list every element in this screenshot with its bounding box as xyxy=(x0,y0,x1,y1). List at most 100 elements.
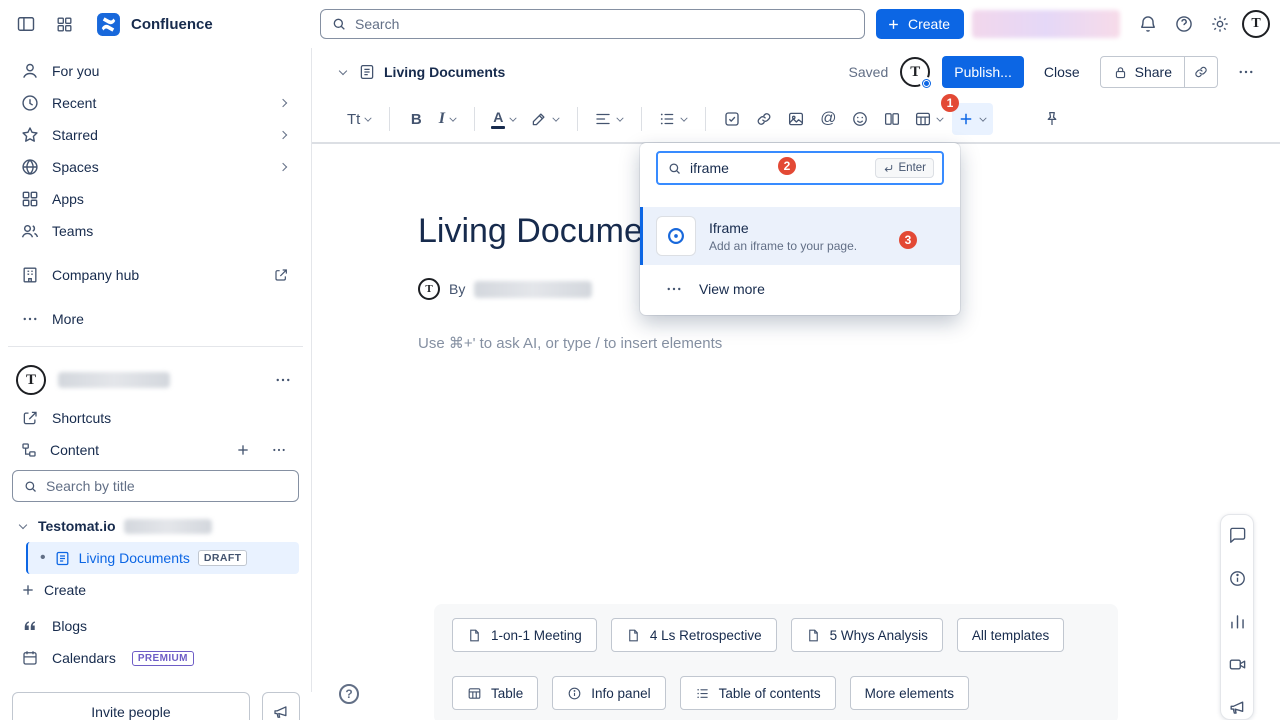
share-button[interactable]: Share xyxy=(1100,56,1185,88)
insert-toc-button[interactable]: Table of contents xyxy=(680,676,836,710)
template-4ls-retrospective-button[interactable]: 4 Ls Retrospective xyxy=(611,618,777,652)
right-side-rail xyxy=(1220,514,1254,720)
sidebar-item-starred[interactable]: Starred xyxy=(12,119,299,151)
confluence-home-link[interactable]: Confluence xyxy=(96,12,213,37)
comments-button[interactable] xyxy=(1225,524,1249,548)
sidebar-item-spaces[interactable]: Spaces xyxy=(12,151,299,183)
sidebar-item-company-hub[interactable]: Company hub xyxy=(12,259,299,291)
invite-people-button[interactable]: Invite people xyxy=(12,692,250,720)
insert-info-panel-button[interactable]: Info panel xyxy=(552,676,665,710)
template-1on1-meeting-button[interactable]: 1-on-1 Meeting xyxy=(452,618,597,652)
space-more-button[interactable] xyxy=(271,368,295,392)
chevron-down-icon xyxy=(449,115,458,124)
space-account-row[interactable]: T xyxy=(12,358,299,402)
create-button[interactable]: Create xyxy=(876,9,964,39)
italic-button[interactable]: I xyxy=(433,103,463,135)
sidebar-item-shortcuts[interactable]: Shortcuts xyxy=(12,402,299,434)
publish-button[interactable]: Publish... xyxy=(942,56,1024,88)
layouts-button[interactable] xyxy=(877,103,907,135)
star-icon xyxy=(20,125,40,145)
all-templates-button[interactable]: All templates xyxy=(957,618,1064,652)
notifications-button[interactable] xyxy=(1132,8,1164,40)
bullet-list-icon xyxy=(658,110,676,128)
global-search-input[interactable] xyxy=(355,16,854,32)
close-button[interactable]: Close xyxy=(1036,56,1088,88)
sidebar-item-label: More xyxy=(52,311,291,327)
global-search-field[interactable] xyxy=(320,9,865,39)
tree-create-label: Create xyxy=(44,582,86,598)
analytics-button[interactable] xyxy=(1225,610,1249,634)
tree-space-row[interactable]: Testomat.io xyxy=(12,510,299,542)
sidebar-item-apps[interactable]: Apps xyxy=(12,183,299,215)
task-list-button[interactable] xyxy=(717,103,747,135)
copy-link-button[interactable] xyxy=(1184,56,1218,88)
topbar-right-group: T xyxy=(972,0,1272,48)
content-search-input[interactable] xyxy=(46,478,288,494)
tree-create-row[interactable]: Create xyxy=(12,574,299,606)
settings-button[interactable] xyxy=(1204,8,1236,40)
sidebar-item-more[interactable]: More xyxy=(12,303,299,335)
more-elements-button[interactable]: More elements xyxy=(850,676,969,710)
insert-elements-button[interactable] xyxy=(952,103,993,135)
content-section-header: Content xyxy=(12,434,299,466)
text-color-button[interactable]: A xyxy=(486,103,523,135)
text-styles-button[interactable]: Tt xyxy=(342,103,378,135)
lock-icon xyxy=(1113,65,1128,80)
content-search-field[interactable] xyxy=(12,470,299,502)
insert-link-button[interactable] xyxy=(749,103,779,135)
emoji-button[interactable] xyxy=(845,103,875,135)
template-5-whys-analysis-button[interactable]: 5 Whys Analysis xyxy=(791,618,943,652)
highlight-color-button[interactable] xyxy=(525,103,566,135)
record-video-button[interactable] xyxy=(1225,652,1249,676)
bell-icon xyxy=(1138,14,1158,34)
main-content-area: Living Documents Saved T Publish... Clos… xyxy=(312,48,1280,720)
insert-table-shortcut-button[interactable]: Table xyxy=(452,676,538,710)
collapse-title-chevron-icon[interactable] xyxy=(338,67,348,77)
editor-toolbar: Tt B I A xyxy=(312,96,1280,144)
sidebar-toggle-button[interactable] xyxy=(10,8,42,40)
bullet-icon: • xyxy=(40,550,46,566)
byline-prefix: By xyxy=(449,281,465,297)
tree-page-row-living-documents[interactable]: • Living Documents DRAFT xyxy=(26,542,299,574)
feedback-button[interactable] xyxy=(1225,695,1249,719)
columns-icon xyxy=(883,110,901,128)
avatar: T xyxy=(1242,10,1270,38)
redacted-author-name xyxy=(474,281,592,298)
pin-toolbar-button[interactable] xyxy=(1037,103,1067,135)
search-icon xyxy=(331,16,347,32)
page-details-button[interactable] xyxy=(1225,567,1249,591)
insert-image-button[interactable] xyxy=(781,103,811,135)
sidebar-item-recent[interactable]: Recent xyxy=(12,87,299,119)
confluence-logo-icon xyxy=(96,12,121,37)
profile-avatar-button[interactable]: T xyxy=(1240,8,1272,40)
view-more-item[interactable]: View more xyxy=(640,265,960,309)
insert-search-field[interactable]: iframe Enter xyxy=(656,151,944,185)
mention-button[interactable]: @ xyxy=(813,103,843,135)
help-button[interactable] xyxy=(1168,8,1200,40)
video-camera-icon xyxy=(1228,655,1247,674)
lists-button[interactable] xyxy=(653,103,694,135)
sidebar-item-label: Calendars xyxy=(52,650,116,666)
add-content-button[interactable] xyxy=(231,438,255,462)
result-title: Iframe xyxy=(709,220,857,236)
text-align-button[interactable] xyxy=(589,103,630,135)
page-title-breadcrumb[interactable]: Living Documents xyxy=(384,64,505,80)
search-icon xyxy=(23,479,38,494)
content-more-button[interactable] xyxy=(267,438,291,462)
sidebar-item-teams[interactable]: Teams xyxy=(12,215,299,247)
sidebar-item-for-you[interactable]: For you xyxy=(12,55,299,87)
tree-space-name: Testomat.io xyxy=(38,518,116,534)
plus-icon xyxy=(886,17,901,32)
person-icon xyxy=(20,61,40,81)
bold-button[interactable]: B xyxy=(401,103,431,135)
doc-icon xyxy=(467,628,482,643)
app-switcher-button[interactable] xyxy=(48,8,80,40)
editor-help-button[interactable]: ? xyxy=(339,684,359,704)
announcements-button[interactable] xyxy=(262,692,300,720)
editor-ai-placeholder[interactable]: Use ⌘+' to ask AI, or type / to insert e… xyxy=(418,334,722,352)
space-avatar: T xyxy=(16,365,46,395)
sidebar-item-calendars[interactable]: Calendars PREMIUM xyxy=(12,642,299,674)
page-more-actions-button[interactable] xyxy=(1230,56,1262,88)
sidebar-item-blogs[interactable]: Blogs xyxy=(12,610,299,642)
page-tree-icon xyxy=(20,441,38,459)
